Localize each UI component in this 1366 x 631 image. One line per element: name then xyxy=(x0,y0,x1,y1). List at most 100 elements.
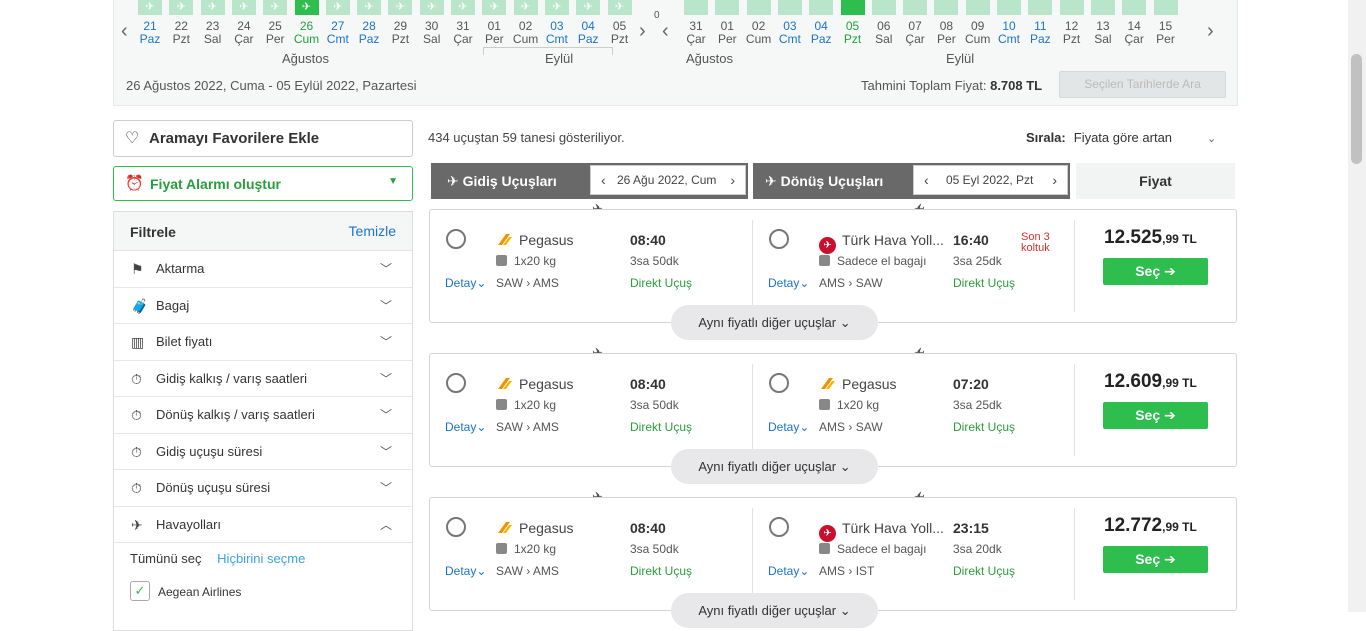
outbound-price-bar[interactable]: ✈ xyxy=(357,0,382,15)
flight-radio[interactable] xyxy=(769,229,789,249)
return-date-next-icon[interactable]: › xyxy=(1052,166,1057,194)
outbound-price-bar[interactable]: ✈ xyxy=(231,0,256,15)
inbound-next-arrow-icon[interactable]: › xyxy=(1207,20,1214,43)
inbound-day[interactable]: 10 Cmt xyxy=(994,20,1024,46)
clear-filters-link[interactable]: Temizle xyxy=(349,223,396,239)
inbound-day[interactable]: 15 Per xyxy=(1151,20,1181,46)
outbound-day[interactable]: 21 Paz xyxy=(135,20,165,46)
inbound-price-bar[interactable] xyxy=(1090,0,1115,15)
outbound-day[interactable]: 27 Cmt xyxy=(323,20,353,46)
outbound-price-bar[interactable]: ✈ xyxy=(576,0,601,15)
flight-radio[interactable] xyxy=(769,373,789,393)
outbound-day[interactable]: 26 Cum xyxy=(292,20,322,46)
same-price-flights-button[interactable]: Aynı fiyatlı diğer uçuşlar ⌄ xyxy=(671,305,878,340)
inbound-price-bar[interactable] xyxy=(746,0,771,15)
inbound-day[interactable]: 09 Cum xyxy=(963,20,993,46)
inbound-day[interactable]: 08 Per xyxy=(931,20,961,46)
inbound-price-bar[interactable] xyxy=(1122,0,1147,15)
same-price-flights-button[interactable]: Aynı fiyatlı diğer uçuşlar ⌄ xyxy=(671,449,878,484)
outbound-day[interactable]: 04 Paz xyxy=(573,20,603,46)
outbound-price-bar[interactable]: ✈ xyxy=(138,0,162,15)
search-selected-dates-button[interactable]: Seçilen Tarihlerde Ara xyxy=(1059,71,1226,98)
inbound-price-bar[interactable] xyxy=(1153,0,1178,15)
inbound-day[interactable]: 13 Sal xyxy=(1088,20,1118,46)
inbound-price-bar[interactable] xyxy=(1059,0,1084,15)
outbound-price-bar[interactable]: ✈ xyxy=(325,0,350,15)
outbound-day[interactable]: 31 Çar xyxy=(448,20,478,46)
inbound-day[interactable]: 14 Çar xyxy=(1119,20,1149,46)
flight-radio[interactable] xyxy=(446,229,466,249)
flight-radio[interactable] xyxy=(446,373,466,393)
scrollbar-thumb[interactable] xyxy=(1351,54,1362,164)
outbound-price-bar[interactable]: ✈ xyxy=(200,0,225,15)
inbound-price-bar[interactable] xyxy=(777,0,802,15)
select-none-link[interactable]: Hiçbirini seçme xyxy=(217,551,305,566)
outbound-price-bar[interactable]: ✈ xyxy=(607,0,632,15)
select-button[interactable]: Seç ➔ xyxy=(1103,402,1208,429)
inbound-day[interactable]: 02 Cum xyxy=(744,20,774,46)
outbound-day[interactable]: 02 Cum xyxy=(511,20,541,46)
return-date-prev-icon[interactable]: ‹ xyxy=(924,166,929,194)
inbound-day[interactable]: 05 Pzt xyxy=(838,20,868,46)
outbound-prev-arrow-icon[interactable]: ‹ xyxy=(121,20,128,43)
outbound-price-bar[interactable]: ✈ xyxy=(388,0,413,15)
inbound-price-bar[interactable] xyxy=(903,0,928,15)
outbound-date-next-icon[interactable]: › xyxy=(730,166,735,194)
filter-row[interactable]: ▥ Bilet fiyatı ﹀ xyxy=(114,324,412,361)
select-button[interactable]: Seç ➔ xyxy=(1103,258,1208,285)
detail-link[interactable]: Detay⌄ xyxy=(768,420,809,434)
price-alarm-button[interactable]: ⏰ Fiyat Alarmı oluştur ▼ xyxy=(113,166,413,201)
inbound-prev-arrow-icon[interactable]: ‹ xyxy=(662,20,669,43)
inbound-day[interactable]: 07 Çar xyxy=(900,20,930,46)
inbound-price-bar[interactable] xyxy=(965,0,990,15)
outbound-price-bar[interactable]: ✈ xyxy=(544,0,569,15)
select-button[interactable]: Seç ➔ xyxy=(1103,546,1208,573)
sort-dropdown[interactable]: Sırala: Fiyata göre artan ⌄ xyxy=(1026,130,1216,145)
filter-row[interactable]: ✈ Havayolları ︿ xyxy=(114,507,412,543)
outbound-day[interactable]: 22 Pzt xyxy=(166,20,196,46)
detail-link[interactable]: Detay⌄ xyxy=(768,276,809,290)
inbound-price-bar[interactable] xyxy=(684,0,708,15)
inbound-day[interactable]: 12 Pzt xyxy=(1057,20,1087,46)
filter-row[interactable]: ⚑ Aktarma ﹀ xyxy=(114,251,412,288)
outbound-price-bar[interactable]: ✈ xyxy=(263,0,288,15)
flight-radio[interactable] xyxy=(446,517,466,537)
detail-link[interactable]: Detay⌄ xyxy=(445,564,486,578)
inbound-day[interactable]: 04 Paz xyxy=(806,20,836,46)
filter-row[interactable]: 🧳 Bagaj ﹀ xyxy=(114,288,412,324)
detail-link[interactable]: Detay⌄ xyxy=(445,276,486,290)
inbound-day[interactable]: 01 Per xyxy=(712,20,742,46)
outbound-day[interactable]: 24 Çar xyxy=(229,20,259,46)
outbound-day[interactable]: 05 Pzt xyxy=(605,20,635,46)
filter-row[interactable]: ⏱ Dönüş uçuşu süresi ﹀ xyxy=(114,470,412,507)
inbound-price-bar[interactable] xyxy=(871,0,896,15)
outbound-price-bar[interactable]: ✈ xyxy=(294,0,319,15)
outbound-price-bar[interactable]: ✈ xyxy=(513,0,538,15)
page-scrollbar[interactable] xyxy=(1348,0,1366,612)
outbound-day[interactable]: 01 Per xyxy=(479,20,509,46)
select-all-link[interactable]: Tümünü seç xyxy=(130,551,202,566)
outbound-day[interactable]: 28 Paz xyxy=(354,20,384,46)
same-price-flights-button[interactable]: Aynı fiyatlı diğer uçuşlar ⌄ xyxy=(671,593,878,628)
inbound-price-bar[interactable] xyxy=(934,0,959,15)
inbound-day[interactable]: 06 Sal xyxy=(869,20,899,46)
inbound-price-bar[interactable] xyxy=(809,0,834,15)
add-favorite-button[interactable]: ♡ Aramayı Favorilere Ekle xyxy=(113,120,413,157)
inbound-price-bar[interactable] xyxy=(997,0,1021,15)
aegean-checkbox[interactable]: ✓ xyxy=(130,581,150,601)
outbound-price-bar[interactable]: ✈ xyxy=(169,0,194,15)
outbound-day[interactable]: 29 Pzt xyxy=(385,20,415,46)
flight-radio[interactable] xyxy=(769,517,789,537)
inbound-day[interactable]: 03 Cmt xyxy=(775,20,805,46)
detail-link[interactable]: Detay⌄ xyxy=(768,564,809,578)
outbound-day[interactable]: 03 Cmt xyxy=(542,20,572,46)
inbound-day[interactable]: 11 Paz xyxy=(1025,20,1055,46)
inbound-day[interactable]: 31 Çar xyxy=(681,20,711,46)
inbound-price-bar[interactable] xyxy=(1028,0,1053,15)
outbound-next-arrow-icon[interactable]: › xyxy=(639,20,646,43)
outbound-day[interactable]: 30 Sal xyxy=(417,20,447,46)
outbound-day[interactable]: 25 Per xyxy=(260,20,290,46)
detail-link[interactable]: Detay⌄ xyxy=(445,420,486,434)
inbound-price-bar[interactable] xyxy=(715,0,740,15)
outbound-date-prev-icon[interactable]: ‹ xyxy=(601,166,606,194)
